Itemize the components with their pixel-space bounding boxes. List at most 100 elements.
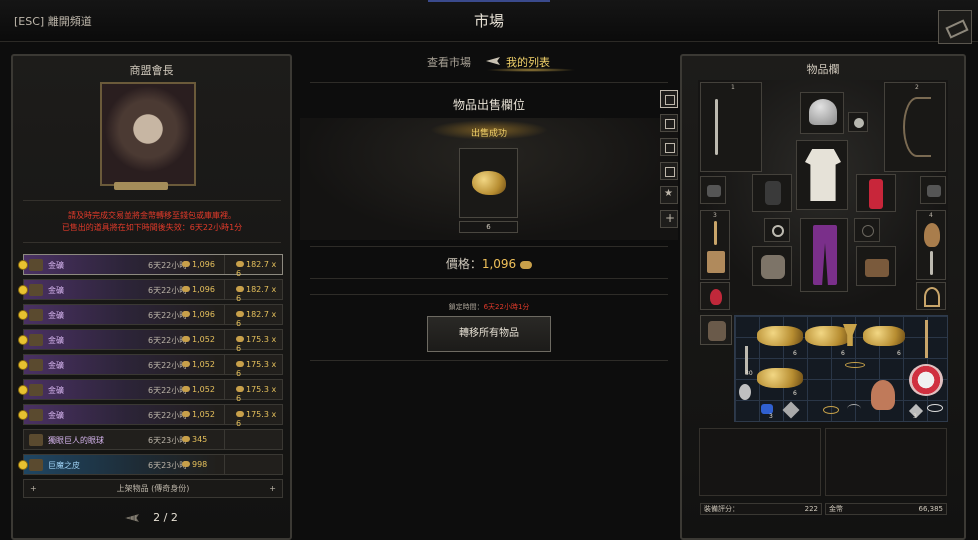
listing-price: 998 [182,460,207,469]
inventory-grid[interactable]: 6 6 6 30 6 3 3 [734,315,948,422]
claim-coin-icon[interactable] [18,310,28,320]
item-name: 巨魔之皮 [48,461,80,470]
cart-tab-icon[interactable] [660,162,678,180]
item-name: 金礦 [48,261,64,270]
silver-bar-icon[interactable] [782,401,800,419]
item-name: 金礦 [48,336,64,345]
favorite-tab-icon[interactable] [660,186,678,204]
sold-status: 出售成功 [470,129,507,139]
gold-ore-icon[interactable] [805,326,851,346]
hands-slot[interactable] [752,246,792,286]
gold-coin-icon [520,260,533,269]
column-divider [224,355,225,374]
chest-tab-icon[interactable] [660,114,678,132]
corner-menu-icon[interactable] [938,10,972,44]
gloves-slot[interactable] [752,174,792,212]
quick-slot-4[interactable]: 4 [916,210,946,280]
silver-ring-icon[interactable] [927,404,943,412]
feet-slot[interactable] [856,246,896,286]
claim-coin-icon[interactable] [18,335,28,345]
necklace-icon[interactable] [847,404,861,414]
listing-row[interactable]: 獨眼巨人的眼球 6天23小時 345 [23,429,283,450]
notice-line-1: 請及時完成交易並將金幣轉移至錢包或庫庫裡。 [68,211,236,220]
listing-row[interactable]: 金礦 6天22小時 1,052 175.3 x 6 [18,379,283,403]
listing-row[interactable]: 金礦 6天22小時 1,052 175.3 x 6 [18,354,283,378]
market-tabs: 查看市場 我的列表 [300,54,678,74]
item-thumb-icon [29,409,43,421]
cape-slot[interactable] [856,174,896,212]
tab-view-market[interactable]: 查看市場 [427,54,471,70]
stash-slot-right[interactable] [825,428,947,496]
listing-row[interactable]: 金礦 6天22小時 1,096 182.7 x 6 [18,254,283,278]
listing-row[interactable]: 金礦 6天22小時 1,052 175.3 x 6 [18,404,283,428]
divider [310,360,668,361]
unit-price: 182.7 x 6 [236,285,282,303]
utility-slot-right[interactable] [920,176,946,204]
item-name: 獨眼巨人的眼球 [48,436,104,445]
primary-weapon-slot[interactable]: 1 [700,82,762,172]
unit-price: 182.7 x 6 [236,310,282,328]
listing-row[interactable]: 金礦 6天22小時 1,052 175.3 x 6 [18,329,283,353]
gold-ore-icon[interactable] [863,326,905,346]
gold-ore-icon[interactable] [757,368,803,388]
arrow-icon[interactable] [925,320,928,358]
utility-slot-left[interactable] [700,176,726,204]
claim-coin-icon[interactable] [18,385,28,395]
claim-coin-icon[interactable] [18,285,28,295]
head-slot[interactable] [800,92,844,134]
equipment-tab-icon[interactable] [660,90,678,108]
longsword-icon [715,99,718,155]
ring-icon [772,225,784,237]
listing-row[interactable]: 金礦 6天22小時 1,096 182.7 x 6 [18,304,283,328]
slot-number: 3 [713,212,717,219]
dagger-icon [930,251,933,275]
merchant-panel: 商盟會長 請及時完成交易並將金幣轉移至錢包或庫庫裡。 已售出的道具將在如下時間後… [11,54,292,540]
quiver-icon [707,251,725,273]
column-divider [224,380,225,399]
merchant-tab-icon[interactable] [660,138,678,156]
potion-slot[interactable] [700,282,730,310]
add-listing-label: 上架物品 (傳奇身份) [116,484,190,493]
mirror-icon[interactable] [739,384,751,400]
gold-ore-icon[interactable] [757,326,803,346]
slot-number: 4 [929,212,933,219]
claim-coin-icon[interactable] [18,410,28,420]
necklace-slot[interactable] [848,112,868,132]
stack-count: 30 [745,370,753,377]
add-listing-button[interactable]: + 上架物品 (傳奇身份) + [23,479,283,498]
prev-page-icon[interactable] [125,514,140,522]
claim-coin-icon[interactable] [18,460,28,470]
lute-icon [924,223,940,247]
claim-coin-icon[interactable] [18,260,28,270]
chest-slot[interactable] [796,140,848,210]
bracer-icon [765,181,781,205]
leather-cap-icon[interactable] [871,380,895,410]
boots-icon [865,259,889,277]
stash-slot-left[interactable] [699,428,821,496]
sold-item-slot[interactable] [459,148,518,218]
item-thumb-icon [29,459,43,471]
transfer-all-button[interactable]: 轉移所有物品 [427,316,551,352]
tunic-icon [805,149,841,201]
claim-coin-icon[interactable] [18,360,28,370]
gold-ring-icon[interactable] [845,362,865,368]
backpack-slot[interactable] [700,315,732,345]
ring-slot-left[interactable] [764,218,790,242]
tab-glow [486,68,576,72]
column-divider [224,430,225,449]
ring-empty-icon [862,225,874,237]
listing-row[interactable]: 金礦 6天22小時 1,096 182.7 x 6 [18,279,283,303]
legs-slot[interactable] [800,218,848,292]
listing-row[interactable]: 巨魔之皮 6天23小時 998 [18,454,283,475]
gold-bracelet-icon[interactable] [823,406,839,414]
secondary-weapon-slot[interactable]: 2 [884,82,946,172]
column-divider [224,405,225,424]
item-name: 金礦 [48,311,64,320]
add-tab-icon[interactable] [660,210,678,228]
item-thumb-icon [29,434,43,446]
divider [310,278,668,279]
cyclops-eye-icon[interactable] [909,364,943,396]
instrument-slot[interactable] [916,282,946,310]
ring-slot-right[interactable] [854,218,880,242]
quick-slot-3[interactable]: 3 [700,210,730,280]
